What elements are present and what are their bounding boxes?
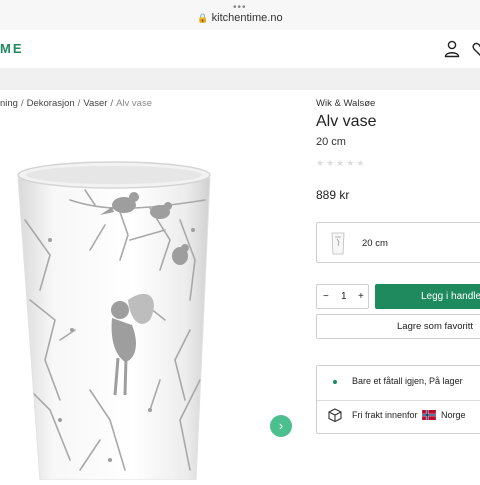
add-to-cart-button[interactable]: Legg i handlekurv (375, 284, 480, 309)
product-title: Alv vase (316, 113, 377, 130)
lock-icon: 🔒 (197, 13, 209, 23)
breadcrumb-item[interactable]: ning (0, 98, 18, 109)
site-logo[interactable]: ME (0, 41, 24, 56)
product-image-gallery: › (0, 115, 300, 481)
product-size: 20 cm (316, 136, 346, 148)
variant-thumbnail (331, 232, 345, 255)
quantity-decrease-button[interactable]: − (323, 291, 329, 302)
site-header: ME (0, 30, 480, 68)
next-image-button[interactable]: › (270, 415, 292, 437)
user-icon[interactable] (444, 40, 460, 58)
heart-icon[interactable] (472, 40, 480, 58)
url-text: kitchentime.no (211, 12, 283, 24)
product-price: 889 kr (316, 188, 350, 202)
package-icon (328, 408, 342, 422)
breadcrumb-current: Alv vase (116, 98, 152, 109)
breadcrumb-item[interactable]: Vaser (83, 98, 107, 109)
quantity-value[interactable]: 1 (341, 291, 347, 302)
availability-info-box: Bare et fåtall igjen, På lager Fri frakt… (316, 365, 480, 434)
divider (317, 400, 480, 401)
breadcrumb-separator: / (77, 98, 81, 109)
breadcrumb-separator: / (110, 98, 114, 109)
save-favorite-button[interactable]: Lagre som favoritt (316, 314, 480, 339)
navigation-bar (0, 68, 480, 90)
breadcrumb-item[interactable]: Dekorasjon (27, 98, 75, 109)
stock-status-text: Bare et fåtall igjen, På lager (352, 376, 463, 386)
breadcrumb: ning / Dekorasjon / Vaser / Alv vase (0, 98, 152, 109)
quantity-stepper[interactable]: − 1 + (316, 284, 369, 309)
product-image[interactable] (0, 115, 300, 481)
url-display[interactable]: 🔒 kitchentime.no (0, 12, 480, 24)
variant-option[interactable]: 20 cm (316, 222, 480, 263)
breadcrumb-separator: / (20, 98, 24, 109)
country-text: Norge (441, 410, 466, 420)
rating-stars[interactable]: ★★★★★ (316, 158, 366, 169)
quantity-increase-button[interactable]: + (358, 291, 364, 302)
browser-address-bar: ••• 🔒 kitchentime.no (0, 0, 480, 30)
stock-status-dot (333, 380, 337, 384)
norway-flag-icon (422, 410, 436, 420)
variant-label: 20 cm (362, 238, 388, 249)
shipping-text: Fri frakt innenfor (352, 410, 418, 420)
product-brand[interactable]: Wik & Walsøe (316, 98, 375, 109)
chevron-right-icon: › (278, 418, 284, 433)
